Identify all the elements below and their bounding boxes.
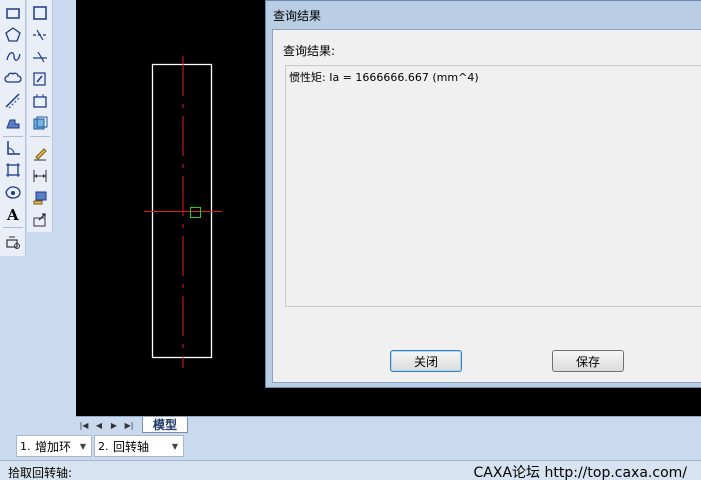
pen-icon[interactable] bbox=[30, 144, 50, 164]
rectangle-icon[interactable] bbox=[3, 3, 23, 23]
stamp-icon[interactable] bbox=[30, 188, 50, 208]
region-icon[interactable] bbox=[3, 182, 23, 202]
chevron-down-icon[interactable]: ▼ bbox=[167, 436, 183, 456]
pick-box-cursor bbox=[190, 207, 201, 218]
svg-text:A: A bbox=[6, 206, 19, 223]
option-value: 回转轴 bbox=[113, 439, 150, 454]
frame-icon[interactable] bbox=[30, 3, 50, 23]
extend-icon[interactable] bbox=[30, 47, 50, 67]
dimension-icon[interactable] bbox=[30, 166, 50, 186]
tab-model[interactable]: 模型 bbox=[142, 417, 188, 433]
cloud-icon[interactable] bbox=[3, 69, 23, 89]
export-icon[interactable] bbox=[30, 210, 50, 230]
option-number: 2. bbox=[98, 439, 109, 453]
box-icon[interactable] bbox=[30, 91, 50, 111]
chevron-down-icon[interactable]: ▼ bbox=[75, 436, 91, 456]
result-textbox[interactable]: 惯性矩: Ia = 1666666.667 (mm^4) bbox=[285, 65, 701, 307]
modify-toolbar bbox=[27, 0, 53, 232]
polygon-icon[interactable] bbox=[3, 25, 23, 45]
result-label: 查询结果: bbox=[283, 44, 336, 58]
dialog-title: 查询结果 bbox=[273, 9, 322, 23]
toolbar-gap bbox=[53, 0, 76, 416]
query-result-dialog: 查询结果 查询结果: 惯性矩: Ia = 1666666.667 (mm^4) … bbox=[265, 0, 701, 388]
command-prompt: 拾取回转轴: bbox=[8, 466, 73, 480]
option-value: 增加环 bbox=[35, 439, 72, 454]
text-icon[interactable]: A bbox=[3, 204, 23, 224]
save-button[interactable]: 保存 bbox=[552, 350, 624, 372]
status-bar: 拾取回转轴: CAXA论坛 http://top.caxa.com/ bbox=[0, 460, 701, 480]
first-tab-icon[interactable]: |◀ bbox=[78, 419, 90, 431]
option-number: 1. bbox=[20, 439, 31, 453]
prev-tab-icon[interactable]: ◀ bbox=[93, 419, 105, 431]
boundary-icon[interactable] bbox=[3, 160, 23, 180]
layout-tab-strip: |◀ ◀ ▶ ▶| 模型 bbox=[76, 416, 701, 433]
immediate-menu: 1. 增加环 ▼ 2. 回转轴 ▼ bbox=[0, 433, 701, 460]
break-icon[interactable] bbox=[30, 25, 50, 45]
option-rotation-axis[interactable]: 2. 回转轴 ▼ bbox=[94, 435, 184, 457]
offset-icon[interactable] bbox=[3, 91, 23, 111]
angle-icon[interactable] bbox=[3, 138, 23, 158]
toolbar-background bbox=[0, 256, 53, 416]
draw-toolbar: A bbox=[0, 0, 26, 256]
last-tab-icon[interactable]: ▶| bbox=[123, 419, 135, 431]
result-text: 惯性矩: Ia = 1666666.667 (mm^4) bbox=[289, 71, 479, 84]
close-button[interactable]: 关闭 bbox=[390, 350, 462, 372]
measure-icon[interactable] bbox=[30, 113, 50, 133]
dialog-body: 查询结果: 惯性矩: Ia = 1666666.667 (mm^4) 关闭 保存 bbox=[272, 29, 701, 383]
block-icon[interactable] bbox=[3, 232, 23, 252]
spline-icon[interactable] bbox=[3, 47, 23, 67]
next-tab-icon[interactable]: ▶ bbox=[108, 419, 120, 431]
option-add-ring[interactable]: 1. 增加环 ▼ bbox=[16, 435, 92, 457]
hatch-icon[interactable] bbox=[3, 113, 23, 133]
insert-icon[interactable] bbox=[30, 69, 50, 89]
forum-watermark: CAXA论坛 http://top.caxa.com/ bbox=[473, 465, 687, 480]
